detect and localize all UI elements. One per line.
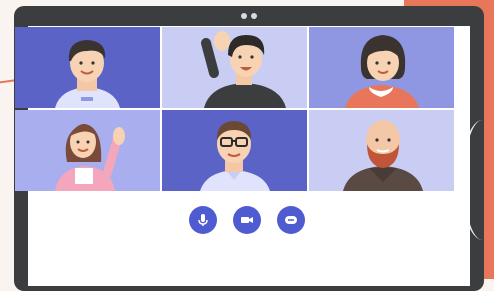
video-camera-button[interactable] [233,206,261,234]
participant-woman-waving-long-hair-icon [15,110,160,191]
participant-tile[interactable] [162,27,307,108]
call-controls [0,206,494,234]
participant-tile[interactable] [309,27,454,108]
participant-woman-pink-sweater-icon [309,27,454,108]
video-camera-icon [241,217,253,223]
webcam-dot [251,13,257,19]
participant-tile[interactable] [15,27,160,108]
participant-grid [15,27,454,192]
participant-tile[interactable] [162,110,307,191]
participant-bald-bearded-man-icon [309,110,454,191]
participant-tile[interactable] [309,110,454,191]
chat-icon [285,216,297,224]
participant-man-waving-curly-hair-icon [162,27,307,108]
webcam-dot [241,13,247,19]
webcam [241,13,257,19]
participant-man-blue-shirt-icon [15,27,160,108]
microphone-icon [198,214,208,226]
chat-button[interactable] [277,206,305,234]
microphone-button[interactable] [189,206,217,234]
participant-man-glasses-icon [162,110,307,191]
participant-tile[interactable] [15,110,160,191]
